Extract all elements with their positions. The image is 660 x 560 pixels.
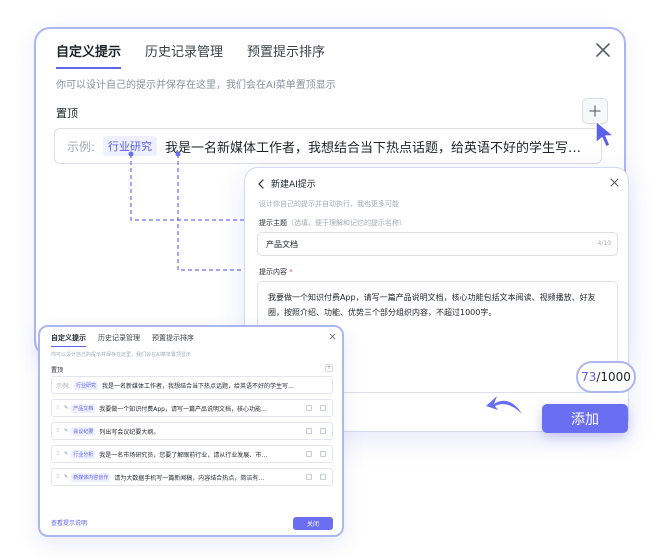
mini-pin-label: 置顶 <box>51 367 64 374</box>
back-arrow-icon[interactable] <box>255 178 267 190</box>
theme-input[interactable]: 产品文档 4/10 <box>257 232 618 256</box>
drag-handle-icon[interactable]: ⠿ <box>56 451 61 457</box>
tab-history[interactable]: 历史记录管理 <box>145 41 223 69</box>
delete-icon[interactable] <box>320 474 326 480</box>
prompt-text: 我是一名新媒体工作者，我想结合当下热点话题，给英语不好的学生写… <box>102 382 295 390</box>
row-actions <box>306 451 326 457</box>
stage: 自定义提示 历史记录管理 预置提示排序 你可以设计自己的提示并保存在这里，我们会… <box>0 0 660 560</box>
example-label: 示例: <box>56 382 71 390</box>
drag-handle-icon[interactable]: ⠿ <box>56 405 61 411</box>
theme-value: 产品文档 <box>266 239 298 249</box>
example-label: 示例: <box>67 139 96 154</box>
copy-icon[interactable] <box>306 428 312 434</box>
list-item[interactable]: ⠿ ✎ 产品文档 我要做一个知识付费App，请写一篇产品说明文档，核心功能… <box>51 399 333 417</box>
panel-description: 你可以设计自己的提示并保存在这里，我们会在AI菜单置顶显示 <box>56 80 336 91</box>
copy-icon[interactable] <box>306 451 312 457</box>
row-actions <box>306 474 326 480</box>
copy-icon[interactable] <box>306 405 312 411</box>
curved-arrow-icon <box>486 396 522 414</box>
close-icon[interactable] <box>594 41 612 59</box>
list-item[interactable]: ⠿ ✎ 行业分析 我是一名市场研究员，您要了解眼前行业，请从行业发展、市… <box>51 445 333 463</box>
content-label: 提示内容 * <box>259 267 293 277</box>
close-button[interactable]: 关闭 <box>293 517 333 530</box>
copy-icon[interactable] <box>306 474 312 480</box>
dialog-description: 设计你自己的提示并自动执行，我也更多可能 <box>259 200 399 208</box>
edit-icon[interactable]: ✎ <box>64 428 68 434</box>
prompt-tag: 新媒体内容创作 <box>71 472 111 482</box>
prompt-text: 我要做一个知识付费App，请写一篇产品说明文档，核心功能… <box>99 405 267 413</box>
mini-prompt-panel: 自定义提示 历史记录管理 预置提示排序 你可以设计自己的提示并保存在这里，我们会… <box>38 325 344 537</box>
delete-icon[interactable] <box>320 405 326 411</box>
prompt-tag: 产品文档 <box>71 403 96 413</box>
mini-tab-preset-order[interactable]: 预置提示排序 <box>152 333 194 347</box>
delete-icon[interactable] <box>320 451 326 457</box>
prompt-tag: 行业分析 <box>71 449 96 459</box>
dialog-title: 新建AI提示 <box>271 180 316 190</box>
theme-label-text: 提示主题 <box>259 219 287 227</box>
prompt-tag: 行业研究 <box>74 380 99 390</box>
drag-handle-icon[interactable]: ⠿ <box>56 474 61 480</box>
prompt-text: 列出写会议纪要大纲。 <box>99 428 160 436</box>
theme-char-count: 4/10 <box>597 240 611 247</box>
drag-handle-icon[interactable]: ⠿ <box>56 428 61 434</box>
mini-tab-history[interactable]: 历史记录管理 <box>98 333 140 347</box>
edit-icon[interactable]: ✎ <box>64 451 68 457</box>
prompt-text: 请为大数据手机写一篇新闻稿，内容结合热点，简洁有… <box>114 474 265 482</box>
plus-icon <box>589 105 601 117</box>
list-item[interactable]: ⠿ ✎ 新媒体内容创作 请为大数据手机写一篇新闻稿，内容结合热点，简洁有… <box>51 468 333 486</box>
list-item[interactable]: 示例: 行业研究 我是一名新媒体工作者，我想结合当下热点话题，给英语不好的学生写… <box>51 376 333 394</box>
tab-custom-prompt[interactable]: 自定义提示 <box>56 41 122 69</box>
pinned-prompt-example[interactable]: 示例: 行业研究 我是一名新媒体工作者，我想结合当下热点话题，给英语不好的学生写… <box>54 128 602 164</box>
pin-section-label: 置顶 <box>56 107 78 120</box>
required-mark: * <box>289 268 293 276</box>
char-counter: 73/1000 <box>576 361 636 393</box>
help-link[interactable]: 查看提示说明 <box>51 518 87 527</box>
mini-add-button[interactable]: + <box>325 364 333 372</box>
prompt-text: 我是一名市场研究员，您要了解眼前行业，请从行业发展、市… <box>99 451 268 459</box>
row-actions <box>306 405 326 411</box>
tab-preset-order[interactable]: 预置提示排序 <box>247 41 325 69</box>
prompt-text: 我是一名新媒体工作者，我想结合当下热点话题，给英语不好的学生写… <box>165 140 582 156</box>
content-label-text: 提示内容 <box>259 268 287 276</box>
mini-prompt-list: 示例: 行业研究 我是一名新媒体工作者，我想结合当下热点话题，给英语不好的学生写… <box>51 376 333 491</box>
row-actions <box>306 428 326 434</box>
panel-tabs: 自定义提示 历史记录管理 预置提示排序 <box>56 41 325 69</box>
delete-icon[interactable] <box>320 428 326 434</box>
mini-tabs: 自定义提示 历史记录管理 预置提示排序 <box>51 333 194 347</box>
char-count-current: 73 <box>581 370 597 384</box>
cursor-pointer-icon <box>595 120 615 148</box>
add-button[interactable]: 添加 <box>542 404 628 433</box>
edit-icon[interactable]: ✎ <box>64 474 68 480</box>
list-item[interactable]: ⠿ ✎ 会议纪要 列出写会议纪要大纲。 <box>51 422 333 440</box>
theme-label: 提示主题（选填，便于理解和记忆的提示名称） <box>259 218 406 228</box>
mini-tab-custom-prompt[interactable]: 自定义提示 <box>51 333 86 347</box>
edit-icon[interactable]: ✎ <box>64 405 68 411</box>
close-icon[interactable] <box>609 177 620 188</box>
prompt-tag: 会议纪要 <box>71 426 96 436</box>
mini-description: 你可以设计自己的提示并保存在这里，我们会在AI菜单置顶显示 <box>51 352 191 358</box>
char-count-total: /1000 <box>596 370 631 384</box>
prompt-tag: 行业研究 <box>103 136 158 156</box>
theme-hint: （选填，便于理解和记忆的提示名称） <box>287 219 406 227</box>
close-icon[interactable] <box>329 333 336 340</box>
